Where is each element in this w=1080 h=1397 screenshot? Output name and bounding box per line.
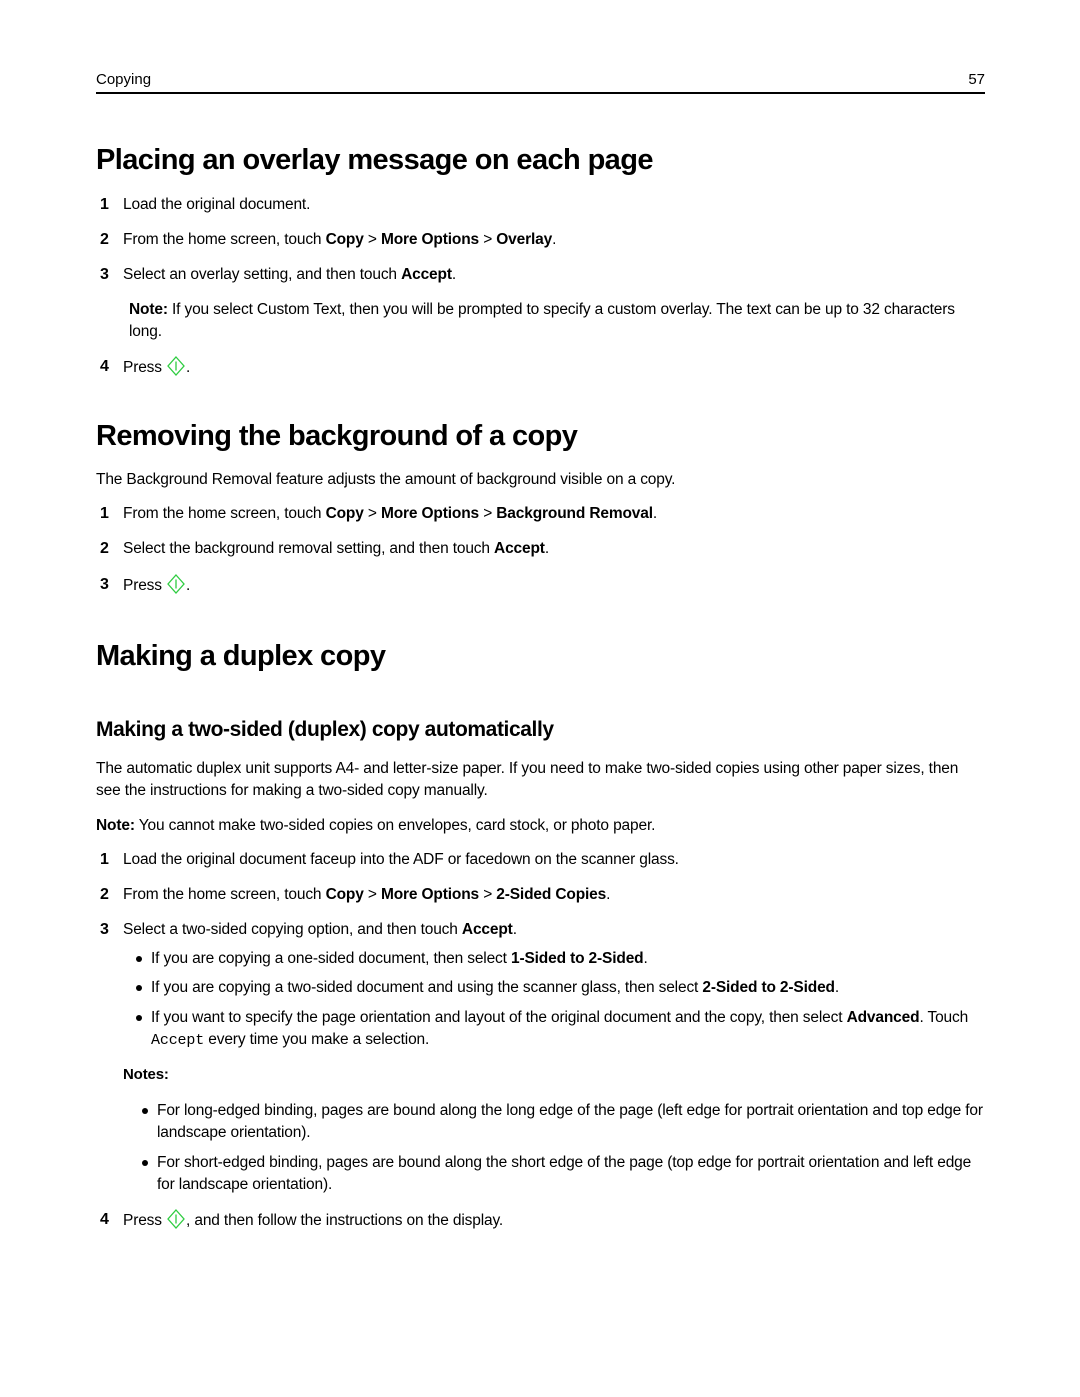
header-section-name: Copying — [96, 71, 152, 88]
step-text: From the home screen, touch Copy > More … — [123, 231, 557, 248]
step-text: From the home screen, touch Copy > More … — [123, 886, 611, 903]
start-button-icon — [167, 1209, 185, 1229]
accept-label: Accept — [461, 921, 513, 938]
step-text: Load the original document faceup into t… — [123, 851, 679, 868]
option-bullet-1: If you are copying a one-sided document,… — [136, 948, 991, 970]
menu-path-more-options: More Options — [380, 231, 480, 248]
step-number: 1 — [100, 505, 109, 522]
menu-path-background-removal: Background Removal — [496, 505, 653, 522]
step-number: 1 — [100, 851, 109, 868]
note-label: Note: — [129, 301, 168, 318]
menu-path-more-options: More Options — [380, 505, 480, 522]
note-text: If you select Custom Text, then you will… — [129, 301, 955, 340]
accept-label: Accept — [494, 540, 545, 557]
running-header: Copying 57 — [96, 70, 985, 94]
step-number: 2 — [100, 231, 109, 248]
step-number: 3 — [100, 576, 109, 593]
menu-path-copy: Copy — [325, 231, 364, 248]
subheading-duplex-automatic: Making a two-sided (duplex) copy automat… — [96, 718, 554, 741]
option-advanced: Advanced — [846, 1009, 920, 1026]
accept-label: Accept — [401, 266, 452, 283]
bullet-dot — [136, 956, 142, 962]
option-1-sided-to-2-sided: 1-Sided to 2-Sided — [510, 950, 644, 967]
step-text: Select an overlay setting, and then touc… — [123, 266, 457, 283]
note-text: You cannot make two-sided copies on enve… — [134, 817, 656, 834]
step-text: From the home screen, touch Copy > More … — [123, 505, 658, 522]
heading-duplex-copy: Making a duplex copy — [96, 640, 386, 672]
option-bullet-3: If you want to specify the page orientat… — [136, 1007, 971, 1052]
menu-path-2-sided-copies: 2-Sided Copies — [496, 886, 607, 903]
background-intro: The Background Removal feature adjusts t… — [96, 471, 676, 488]
bullet-dot — [142, 1108, 148, 1114]
note-label: Note: — [96, 817, 135, 834]
step-text: Select a two-sided copying option, and t… — [123, 921, 517, 938]
step-text: Press , and then follow the instructions… — [123, 1209, 983, 1232]
option-2-sided-to-2-sided: 2-Sided to 2-Sided — [702, 979, 835, 996]
step-number: 2 — [100, 886, 109, 903]
step-text: Press . — [123, 356, 983, 379]
heading-overlay: Placing an overlay message on each page — [96, 144, 653, 176]
accept-code-label: Accept — [151, 1032, 205, 1049]
menu-path-copy: Copy — [325, 886, 364, 903]
step-number: 4 — [100, 1211, 109, 1228]
menu-path-overlay: Overlay — [496, 231, 553, 248]
start-button-icon — [167, 356, 185, 376]
page-number: 57 — [968, 71, 985, 88]
notes-bullet-2: For short-edged binding, pages are bound… — [142, 1152, 983, 1196]
duplex-intro: The automatic duplex unit supports A4- a… — [96, 760, 959, 799]
step-text: Press . — [123, 574, 983, 597]
menu-path-more-options: More Options — [380, 886, 480, 903]
step-number: 3 — [100, 921, 109, 938]
bullet-dot — [136, 1015, 142, 1021]
option-bullet-2: If you are copying a two-sided document … — [136, 977, 991, 999]
step-text: Load the original document. — [123, 196, 311, 213]
step-number: 2 — [100, 540, 109, 557]
notes-label: Notes: — [123, 1066, 169, 1083]
duplex-note: Note: You cannot make two-sided copies o… — [96, 815, 985, 837]
menu-path-copy: Copy — [325, 505, 364, 522]
bullet-dot — [136, 985, 142, 991]
bullet-dot — [142, 1160, 148, 1166]
overlay-note: Note: If you select Custom Text, then yo… — [129, 299, 985, 343]
step-number: 3 — [100, 266, 109, 283]
step-number: 1 — [100, 196, 109, 213]
start-button-icon — [167, 574, 185, 594]
notes-bullet-1: For long-edged binding, pages are bound … — [142, 1100, 983, 1144]
step-text: Select the background removal setting, a… — [123, 540, 549, 557]
step-number: 4 — [100, 358, 109, 375]
heading-background-removal: Removing the background of a copy — [96, 420, 578, 452]
